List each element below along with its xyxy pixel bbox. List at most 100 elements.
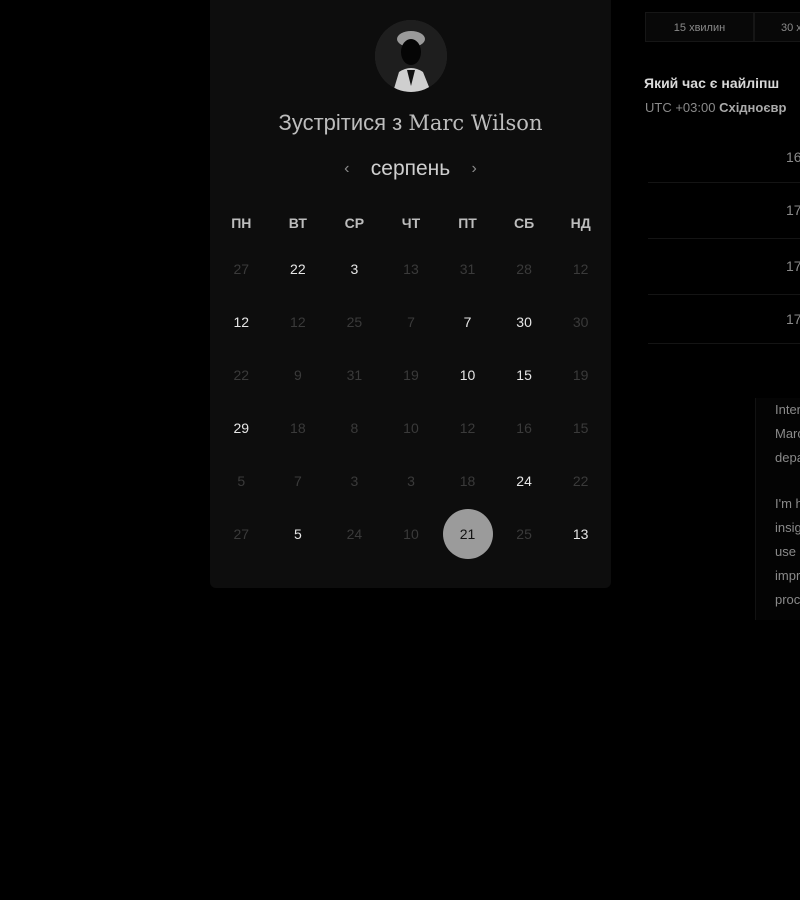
bio-line: I'm h <box>775 496 800 511</box>
calendar-day: 18 <box>439 454 496 507</box>
calendar-day-number: 10 <box>403 525 419 542</box>
calendar-day[interactable]: 15 <box>496 348 553 401</box>
weekday-header: ЧТ <box>401 215 421 231</box>
calendar-day: 19 <box>552 348 609 401</box>
tab-duration-15[interactable]: 15 хвилин <box>645 12 754 42</box>
weekday-header: ПТ <box>458 215 477 231</box>
host-name: Marc Wilson <box>408 111 543 135</box>
calendar-day[interactable]: 7 <box>439 295 496 348</box>
calendar-day-number: 3 <box>350 472 359 489</box>
calendar-day[interactable]: 22 <box>270 242 327 295</box>
time-slot[interactable]: 16 <box>648 132 800 183</box>
calendar-day-number: 24 <box>346 525 363 542</box>
calendar-day: 19 <box>383 348 440 401</box>
calendar-day-number: 5 <box>293 525 302 542</box>
timezone-offset: UTC +03:00 <box>645 100 720 115</box>
calendar-day: 27 <box>213 507 270 560</box>
chevron-left-icon[interactable]: ‹ <box>337 160 357 178</box>
time-slot-label: 16 <box>786 149 800 165</box>
timezone-zone: Східноєвр <box>719 100 787 115</box>
calendar-day-number: 18 <box>459 472 476 489</box>
bio-line: proc <box>775 592 800 607</box>
calendar-day[interactable]: 12 <box>213 295 270 348</box>
calendar-day-number: 27 <box>233 525 250 542</box>
calendar-day: 27 <box>213 242 270 295</box>
weekday-header: НД <box>570 215 591 231</box>
tab-duration-30[interactable]: 30 х <box>754 12 800 42</box>
calendar-day[interactable]: 10 <box>439 348 496 401</box>
month-navigation: ‹ серпень › <box>210 154 611 184</box>
calendar-day-number: 21 <box>442 508 493 559</box>
calendar-day-number: 19 <box>403 366 419 383</box>
calendar-day-number: 31 <box>459 260 476 277</box>
calendar-day-number: 25 <box>346 313 363 330</box>
calendar-day-number: 28 <box>516 260 532 277</box>
calendar-day: 25 <box>496 507 553 560</box>
timezone-label[interactable]: UTC +03:00 Східноєвр <box>645 100 786 115</box>
page-title: Зустрітися з Marc Wilson <box>210 110 611 136</box>
calendar-day-number: 22 <box>290 260 306 277</box>
avatar <box>375 20 447 92</box>
calendar-day-number: 15 <box>516 366 532 383</box>
time-slot[interactable]: 17 <box>648 295 800 344</box>
calendar-day[interactable]: 30 <box>496 295 553 348</box>
calendar-day: 5 <box>213 454 270 507</box>
calendar-day-number: 12 <box>459 419 476 436</box>
calendar-day-number: 12 <box>572 260 589 277</box>
calendar-day: 8 <box>326 401 383 454</box>
calendar-day[interactable]: 24 <box>496 454 553 507</box>
calendar-day: 3 <box>326 454 383 507</box>
duration-tabs: 15 хвилин 30 х <box>645 12 800 42</box>
calendar-day: 13 <box>383 242 440 295</box>
calendar-day: 3 <box>383 454 440 507</box>
calendar-day-number: 10 <box>459 366 476 383</box>
calendar-day: 25 <box>326 295 383 348</box>
calendar-day-number: 10 <box>403 419 419 436</box>
calendar-grid: ПН ВТ СР ЧТ ПТ СБ НД 27 22 3 13 31 28 12 12 12 25 7 7 30 30 2… <box>213 210 609 560</box>
calendar-day-number: 19 <box>572 366 589 383</box>
weekday-header: ПН <box>231 215 252 231</box>
calendar-day-number: 25 <box>516 525 532 542</box>
host-bio: Inter Marc depa I'm h insig use impr pro… <box>755 398 800 620</box>
calendar-day: 30 <box>552 295 609 348</box>
weekday-header: СБ <box>514 215 535 231</box>
calendar-day-number: 9 <box>293 366 302 383</box>
calendar-day-number: 3 <box>407 472 415 489</box>
calendar-day[interactable]: 29 <box>213 401 270 454</box>
calendar-day: 7 <box>270 454 327 507</box>
weekday-header: СР <box>344 215 365 231</box>
calendar-day-number: 8 <box>350 419 359 436</box>
calendar-day-number: 12 <box>290 313 306 330</box>
bio-line: Marc <box>775 426 800 441</box>
calendar-day: 9 <box>270 348 327 401</box>
calendar-day-number: 31 <box>346 366 363 383</box>
calendar-day-selected[interactable]: 21 <box>439 507 496 560</box>
calendar-day-number: 30 <box>516 313 532 330</box>
title-prefix: Зустрітися з <box>278 110 409 135</box>
calendar-day-number: 22 <box>233 366 250 383</box>
bio-line: insig <box>775 520 800 535</box>
time-question-heading: Який час є найліпш <box>644 75 780 91</box>
bio-line: depa <box>775 450 800 465</box>
calendar-day-number: 16 <box>516 419 532 436</box>
time-slot-label: 17 <box>786 311 800 327</box>
calendar-day: 10 <box>383 507 440 560</box>
calendar-day[interactable]: 13 <box>552 507 609 560</box>
time-slot-list: 16 17 17 17 <box>648 132 800 344</box>
time-slot[interactable]: 17 <box>648 239 800 295</box>
chevron-right-icon[interactable]: › <box>464 160 484 178</box>
calendar-day[interactable]: 3 <box>326 242 383 295</box>
time-slot[interactable]: 17 <box>648 183 800 239</box>
calendar-day: 31 <box>439 242 496 295</box>
calendar-day-number: 7 <box>293 472 302 489</box>
time-slot-label: 17 <box>786 258 800 274</box>
time-slot-label: 17 <box>786 202 800 218</box>
calendar-day-number: 13 <box>572 525 589 542</box>
bio-line: Inter <box>775 402 800 417</box>
calendar-day-number: 30 <box>572 313 589 330</box>
calendar-day: 31 <box>326 348 383 401</box>
calendar-day-number: 7 <box>463 313 472 330</box>
calendar-day-number: 22 <box>572 472 589 489</box>
calendar-day-number: 5 <box>237 472 246 489</box>
calendar-day[interactable]: 5 <box>270 507 327 560</box>
